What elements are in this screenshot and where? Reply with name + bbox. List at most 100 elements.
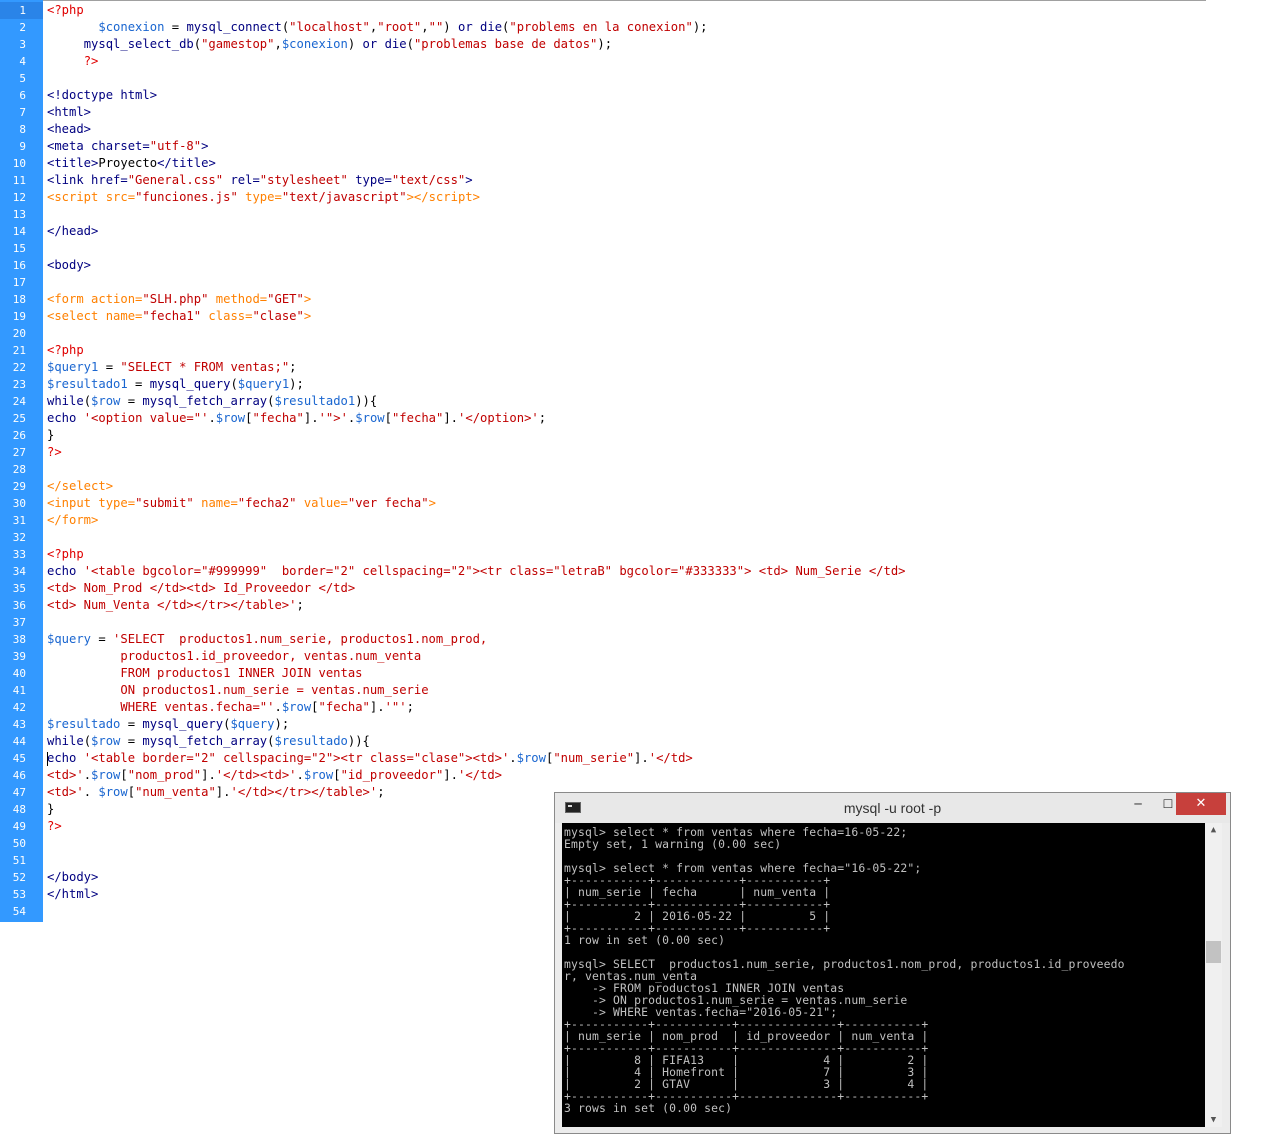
code-line[interactable]: <input type="submit" name="fecha2" value…: [47, 495, 436, 512]
code-token: $query1: [47, 360, 99, 374]
line-number: 3: [19, 38, 26, 51]
code-line[interactable]: </head>: [47, 223, 98, 240]
code-line[interactable]: }: [47, 427, 54, 444]
code-token: $conexion: [281, 37, 348, 51]
code-line[interactable]: $query1 = "SELECT * FROM ventas;";: [47, 359, 297, 376]
code-line[interactable]: ?>: [47, 444, 62, 461]
code-token: =: [91, 632, 114, 646]
code-line[interactable]: <?php: [47, 546, 84, 563]
editor-top-border: [43, 0, 1206, 1]
code-line[interactable]: echo '<table border="2" cellspacing="2">…: [47, 750, 693, 767]
code-token: 'SELECT productos1.num_serie, productos1…: [113, 632, 488, 646]
code-line[interactable]: </body>: [47, 869, 98, 886]
code-line[interactable]: $resultado1 = mysql_query($query1);: [47, 376, 304, 393]
code-token: mysql_fetch_array: [142, 394, 268, 408]
code-line[interactable]: while($row = mysql_fetch_array($resultad…: [47, 733, 370, 750]
mysql-console-window[interactable]: mysql -u root -p ─ ☐ ✕ mysql> select * f…: [554, 792, 1231, 1134]
code-line[interactable]: </html>: [47, 886, 98, 903]
console-line: 3 rows in set (0.00 sec): [564, 1101, 733, 1115]
code-token: ?>: [47, 445, 62, 459]
code-token: "gamestop": [201, 37, 275, 51]
code-line[interactable]: $resultado = mysql_query($query);: [47, 716, 289, 733]
scroll-down-arrow-icon[interactable]: ▼: [1205, 1115, 1222, 1125]
code-line[interactable]: while($row = mysql_fetch_array($resultad…: [47, 393, 377, 410]
code-line[interactable]: <td> Nom_Prod </td><td> Id_Proveedor </t…: [47, 580, 355, 597]
code-line[interactable]: FROM productos1 INNER JOIN ventas: [47, 665, 362, 682]
console-scrollbar[interactable]: ▲ ▼: [1205, 823, 1222, 1127]
code-token: <?php: [47, 343, 84, 357]
code-line[interactable]: echo '<table bgcolor="#999999" border="2…: [47, 563, 906, 580]
code-line[interactable]: ?>: [47, 818, 62, 835]
line-number: 33: [12, 548, 26, 561]
code-line[interactable]: $query = 'SELECT productos1.num_serie, p…: [47, 631, 487, 648]
line-number: 36: [12, 599, 26, 612]
console-title-bar[interactable]: mysql -u root -p ─ ☐ ✕: [555, 793, 1230, 823]
code-line[interactable]: <!doctype html>: [47, 87, 157, 104]
code-editor[interactable]: 1 2 3 4 5 6 7 8 9 10 11 12 13 14 15 16 17 18 19 20 21 22 23 24 2…: [0, 0, 1206, 922]
code-token: "": [428, 20, 444, 34]
code-line[interactable]: <td>'.$row["nom_prod"].'</td><td>'.$row[…: [47, 767, 502, 784]
code-token: $resultado1: [47, 377, 128, 391]
scroll-thumb[interactable]: [1206, 941, 1221, 963]
code-token: ;: [538, 411, 547, 425]
code-line[interactable]: <link href="General.css" rel="stylesheet…: [47, 172, 473, 189]
scroll-up-arrow-icon[interactable]: ▲: [1205, 825, 1222, 835]
code-token: ></: [406, 190, 429, 204]
code-token: );: [274, 717, 290, 731]
code-token: "problemas base de datos": [413, 37, 598, 51]
code-line[interactable]: productos1.id_proveedor, ventas.num_vent…: [47, 648, 421, 665]
code-token: >: [303, 292, 312, 306]
line-number: 51: [12, 854, 26, 867]
code-token: <html>: [47, 105, 92, 119]
code-line[interactable]: <body>: [47, 257, 91, 274]
code-token: ,: [274, 37, 282, 51]
code-line[interactable]: $conexion = mysql_connect("localhost","r…: [47, 19, 708, 36]
code-line[interactable]: WHERE ventas.fecha="'.$row["fecha"].'"';: [47, 699, 414, 716]
code-token: );: [692, 20, 708, 34]
code-line[interactable]: <form action="SLH.php" method="GET">: [47, 291, 311, 308]
close-button[interactable]: ✕: [1176, 793, 1226, 815]
line-number: 28: [12, 463, 26, 476]
code-line[interactable]: <td> Num_Venta </td></tr></table>';: [47, 597, 304, 614]
code-token: '</td></tr></table>': [230, 785, 378, 799]
code-token: <select name=: [47, 309, 143, 323]
line-number: 23: [12, 378, 26, 391]
code-line[interactable]: <script src="funciones.js" type="text/ja…: [47, 189, 480, 206]
code-token: ;: [296, 598, 304, 612]
code-token: )){: [347, 734, 370, 748]
code-line[interactable]: echo '<option value="'.$row["fecha"].'">…: [47, 410, 546, 427]
code-token: >: [303, 309, 312, 323]
code-line[interactable]: ON productos1.num_serie = ventas.num_ser…: [47, 682, 428, 699]
code-token: value=: [296, 496, 348, 510]
line-number: 19: [12, 310, 26, 323]
code-token: );: [597, 37, 613, 51]
code-line[interactable]: <?php: [47, 342, 84, 359]
code-line[interactable]: }: [47, 801, 54, 818]
console-output[interactable]: mysql> select * from ventas where fecha=…: [562, 823, 1205, 1127]
line-number: 44: [12, 735, 26, 748]
code-token: )){: [355, 394, 378, 408]
code-token: <?php: [47, 547, 84, 561]
code-line[interactable]: <head>: [47, 121, 91, 138]
code-token: "num_serie": [553, 751, 635, 765]
code-token: </title>: [157, 156, 216, 170]
code-line[interactable]: </form>: [47, 512, 98, 529]
code-line[interactable]: <select name="fecha1" class="clase">: [47, 308, 311, 325]
code-token: [: [120, 768, 128, 782]
code-line[interactable]: <title>Proyecto</title>: [47, 155, 216, 172]
code-line[interactable]: <td>'. $row["num_venta"].'</td></tr></ta…: [47, 784, 385, 801]
minimize-button[interactable]: ─: [1129, 793, 1147, 815]
maximize-button[interactable]: ☐: [1159, 793, 1177, 815]
code-line[interactable]: <html>: [47, 104, 91, 121]
code-line[interactable]: ?>: [47, 53, 99, 70]
code-line[interactable]: <?php: [47, 2, 84, 19]
code-line[interactable]: <meta charset="utf-8">: [47, 138, 208, 155]
code-line[interactable]: </select>: [47, 478, 113, 495]
code-token: "text/javascript": [281, 190, 407, 204]
code-line[interactable]: mysql_select_db("gamestop",$conexion) or…: [47, 36, 612, 53]
